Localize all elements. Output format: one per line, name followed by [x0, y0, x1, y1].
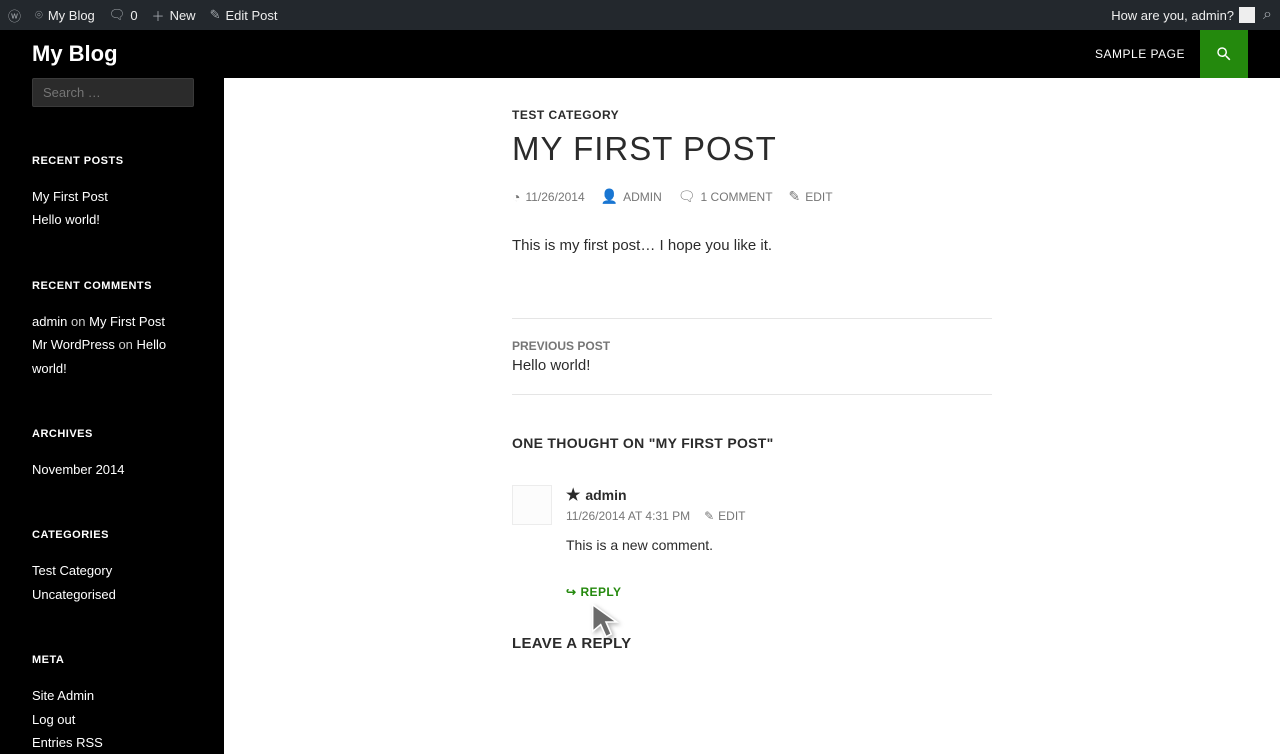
admin-bar: ⓦ ⌾ My Blog 🗨 0 ＋ New ✎ Edit Post How ar…	[0, 0, 1280, 30]
post-category: TEST CATEGORY	[512, 108, 992, 122]
star-icon: ★	[566, 485, 580, 505]
post-edit-link[interactable]: ✎EDIT	[789, 188, 833, 205]
recent-comments-widget: RECENT COMMENTS admin on My First Post M…	[32, 280, 192, 380]
comment-meta: 11/26/2014 AT 4:31 PM ✎EDIT	[566, 509, 992, 523]
pencil-icon: ✎	[789, 188, 801, 205]
adminbar-site-name: My Blog	[48, 8, 95, 23]
category-link[interactable]: TEST CATEGORY	[512, 108, 619, 122]
prev-post-link[interactable]: Hello world!	[512, 357, 590, 374]
site-header: My Blog SAMPLE PAGE	[0, 30, 1280, 78]
recent-post-link[interactable]: My First Post	[32, 189, 108, 204]
main-nav: SAMPLE PAGE	[1080, 30, 1248, 78]
adminbar-comments-count: 0	[130, 8, 137, 23]
adminbar-edit[interactable]: ✎ Edit Post	[210, 7, 278, 23]
adminbar-new[interactable]: ＋ New	[152, 6, 196, 25]
meta-link[interactable]: Site Admin	[32, 688, 94, 703]
plus-icon: ＋	[152, 6, 165, 25]
comment-post-link[interactable]: My First Post	[89, 314, 165, 329]
avatar-icon	[1239, 7, 1255, 23]
categories-widget: CATEGORIES Test Category Uncategorised	[32, 529, 192, 606]
archives-widget: ARCHIVES November 2014	[32, 428, 192, 481]
comment-author: ★ admin	[566, 485, 992, 505]
nav-sample-page[interactable]: SAMPLE PAGE	[1080, 30, 1200, 78]
comment-date-link[interactable]: 11/26/2014 AT 4:31 PM	[566, 509, 690, 523]
prev-post-label: PREVIOUS POST	[512, 339, 992, 353]
search-button[interactable]	[1200, 30, 1248, 78]
recent-comment-item: Mr WordPress on Hello world!	[32, 333, 192, 380]
site-title[interactable]: My Blog	[32, 41, 118, 67]
comment-icon: 🗨	[678, 188, 696, 205]
category-link[interactable]: Test Category	[32, 563, 112, 578]
post-title: MY FIRST POST	[512, 130, 992, 168]
avatar	[512, 485, 552, 525]
adminbar-new-label: New	[170, 8, 196, 23]
post-date-link[interactable]: ◔11/26/2014	[512, 188, 585, 205]
adminbar-edit-label: Edit Post	[225, 8, 277, 23]
clock-icon: ◔	[512, 189, 520, 205]
post-navigation: PREVIOUS POST Hello world!	[512, 318, 992, 395]
post-comments-link[interactable]: 🗨1 COMMENT	[678, 188, 773, 205]
post-meta: ◔11/26/2014 👤ADMIN 🗨1 COMMENT ✎EDIT	[512, 188, 992, 205]
adminbar-comments[interactable]: 🗨 0	[109, 7, 138, 23]
comment-author-link[interactable]: admin	[32, 314, 67, 329]
reply-button[interactable]: ↪ REPLY	[566, 585, 621, 599]
adminbar-search-icon[interactable]: ⌕	[1263, 6, 1272, 24]
widget-title: RECENT POSTS	[32, 155, 192, 167]
adminbar-greeting: How are you, admin?	[1111, 8, 1234, 23]
comments-title: ONE THOUGHT ON "MY FIRST POST"	[512, 435, 992, 451]
comment-author-link[interactable]: Mr WordPress	[32, 337, 115, 352]
main-content: TEST CATEGORY MY FIRST POST ◔11/26/2014 …	[224, 78, 1280, 754]
comment-edit-link[interactable]: ✎EDIT	[704, 509, 745, 523]
widget-title: ARCHIVES	[32, 428, 192, 440]
search-input[interactable]	[32, 78, 194, 107]
recent-comment-item: admin on My First Post	[32, 310, 192, 333]
adminbar-account[interactable]: How are you, admin?	[1111, 7, 1255, 23]
user-icon: 👤	[601, 188, 618, 205]
search-widget	[32, 78, 192, 107]
widget-title: META	[32, 654, 192, 666]
pencil-icon: ✎	[704, 509, 714, 523]
post-content: This is my first post… I hope you like i…	[512, 235, 992, 258]
sidebar: RECENT POSTS My First Post Hello world! …	[0, 78, 224, 754]
comment-text: This is a new comment.	[566, 537, 992, 553]
wordpress-icon: ⓦ	[8, 6, 21, 25]
meta-link[interactable]: Log out	[32, 712, 75, 727]
meta-widget: META Site Admin Log out Entries RSS	[32, 654, 192, 754]
widget-title: CATEGORIES	[32, 529, 192, 541]
leave-reply-title: LEAVE A REPLY	[512, 635, 992, 652]
pencil-icon: ✎	[210, 7, 221, 23]
search-icon	[1215, 45, 1233, 63]
comment-item: ★ admin 11/26/2014 AT 4:31 PM ✎EDIT This…	[512, 485, 992, 599]
dashboard-icon: ⌾	[35, 7, 43, 23]
archive-link[interactable]: November 2014	[32, 462, 125, 477]
recent-post-link[interactable]: Hello world!	[32, 212, 100, 227]
adminbar-site[interactable]: ⌾ My Blog	[35, 7, 95, 23]
post-author-link[interactable]: 👤ADMIN	[601, 188, 662, 205]
recent-posts-widget: RECENT POSTS My First Post Hello world!	[32, 155, 192, 232]
widget-title: RECENT COMMENTS	[32, 280, 192, 292]
meta-link[interactable]: Entries RSS	[32, 735, 103, 750]
reply-arrow-icon: ↪	[566, 585, 576, 599]
comment-icon: 🗨	[109, 7, 126, 23]
wp-logo[interactable]: ⓦ	[8, 6, 21, 25]
category-link[interactable]: Uncategorised	[32, 587, 116, 602]
